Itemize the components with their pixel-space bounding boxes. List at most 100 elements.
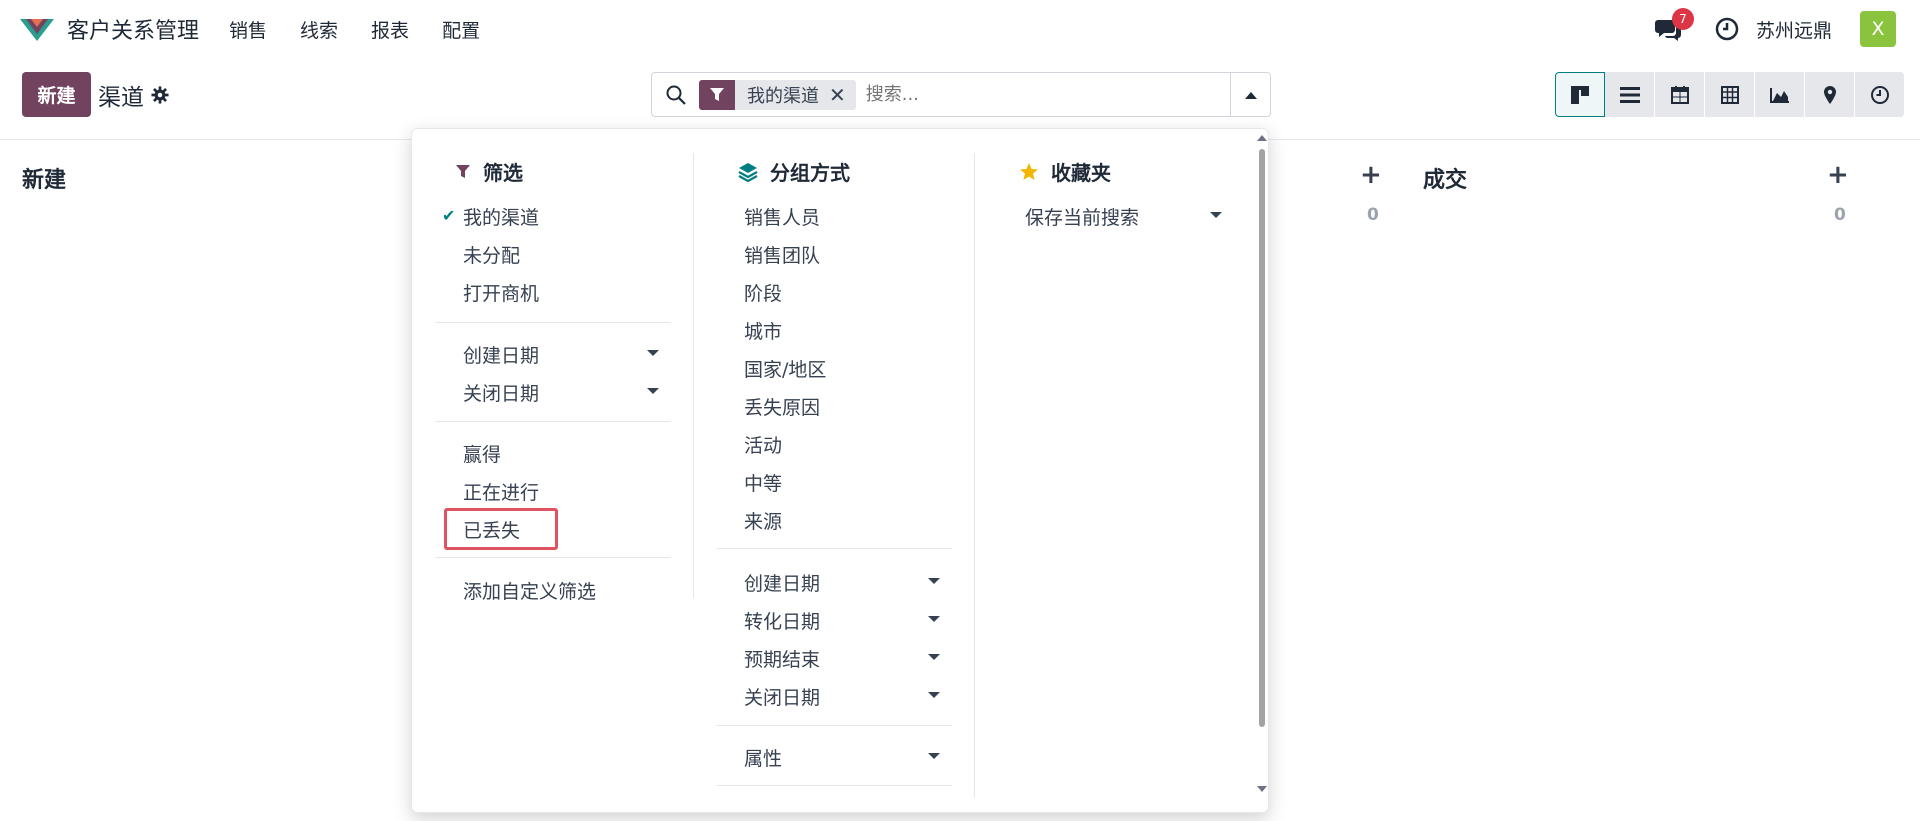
filter-won[interactable]: 赢得 [463,440,501,467]
main-menu: 销售 线索 报表 配置 [229,16,513,43]
area-chart-icon [1769,87,1789,103]
groupby-country[interactable]: 国家/地区 [744,355,826,382]
menu-config[interactable]: 配置 [442,16,480,43]
caret-down-icon [928,654,940,660]
separator [435,557,671,558]
groupby-lost-reason[interactable]: 丢失原因 [744,393,820,420]
search-panel-toggle[interactable] [1230,73,1270,116]
filter-closed-date[interactable]: 关闭日期 [463,379,539,406]
caret-down-icon [928,692,940,698]
search-panel-dropdown: 筛选 ✔ 我的渠道 未分配 打开商机 创建日期 关闭日期 赢得 正在进行 已丢失… [411,128,1269,813]
groupby-salesperson[interactable]: 销售人员 [744,203,820,230]
menu-reports[interactable]: 报表 [371,16,409,43]
separator [435,421,671,422]
separator [716,548,952,549]
checkmark-icon: ✔ [442,206,456,225]
navbar-right: 7 苏州远鼎 X [1654,0,1896,58]
groupby-properties[interactable]: 属性 [744,744,782,771]
scroll-up-arrow[interactable] [1257,135,1267,141]
search-bar: 我的渠道 ✕ [651,72,1271,117]
groupby-medium[interactable]: 中等 [744,469,782,496]
filter-open-opportunities[interactable]: 打开商机 [463,279,539,306]
groupby-closed-date[interactable]: 关闭日期 [744,683,820,710]
column-separator [693,153,694,598]
activity-clock-icon[interactable] [1714,16,1740,42]
filter-ongoing[interactable]: 正在进行 [463,478,539,505]
facet-remove-button[interactable]: ✕ [829,79,856,110]
kanban-icon [1571,85,1589,104]
scroll-down-arrow[interactable] [1257,786,1267,792]
user-avatar[interactable]: X [1860,11,1896,47]
top-navbar: 客户关系管理 销售 线索 报表 配置 7 苏州远鼎 X [0,0,1920,58]
groupby-expected-closing[interactable]: 预期结束 [744,645,820,672]
app-logo-icon [20,19,54,41]
filter-creation-date[interactable]: 创建日期 [463,341,539,368]
table-icon [1720,85,1739,104]
kanban-column-count: 0 [1367,205,1379,225]
separator [435,322,671,323]
view-activity[interactable] [1855,72,1905,117]
kanban-column-title: 成交 [1423,168,1468,193]
filter-unassigned[interactable]: 未分配 [463,241,520,268]
filter-icon [699,79,735,110]
groupby-conversion-date[interactable]: 转化日期 [744,607,820,634]
page-title: 渠道 [98,85,144,111]
groupby-creation-date[interactable]: 创建日期 [744,569,820,596]
caret-down-icon [647,388,659,394]
new-button[interactable]: 新建 [22,72,91,117]
view-kanban[interactable] [1555,72,1605,117]
map-pin-icon [1823,85,1836,104]
search-input[interactable] [865,84,1166,105]
add-custom-filter[interactable]: 添加自定义筛选 [463,577,596,604]
facet-label: 我的渠道 [735,79,829,110]
groupby-stage[interactable]: 阶段 [744,279,782,306]
menu-leads[interactable]: 线索 [300,16,338,43]
view-list[interactable] [1605,72,1655,117]
search-icon[interactable] [665,84,687,106]
view-graph[interactable] [1755,72,1805,117]
groupby-source[interactable]: 来源 [744,507,782,534]
layers-icon [738,162,758,182]
filters-heading: 筛选 [455,157,523,186]
brand[interactable]: 客户关系管理 [18,13,199,45]
quick-create-button[interactable]: + [1360,160,1382,190]
view-pivot[interactable] [1705,72,1755,117]
star-icon [1020,162,1038,180]
view-switcher [1555,72,1905,117]
groupby-campaign[interactable]: 活动 [744,431,782,458]
filter-my-pipeline[interactable]: 我的渠道 [463,203,539,230]
groupby-sales-team[interactable]: 销售团队 [744,241,820,268]
company-switcher[interactable]: 苏州远鼎 [1756,16,1832,43]
caret-down-icon [647,350,659,356]
highlight-box [444,508,558,550]
clock-icon [1870,85,1889,104]
menu-sales[interactable]: 销售 [229,16,267,43]
messages-button[interactable]: 7 [1654,8,1694,44]
group-by-heading: 分组方式 [738,157,850,186]
caret-up-icon [1244,91,1257,99]
message-count-badge: 7 [1671,8,1694,30]
favorites-heading: 收藏夹 [1019,157,1111,186]
quick-create-button[interactable]: + [1827,160,1849,190]
gear-icon[interactable] [151,86,169,104]
view-calendar[interactable] [1655,72,1705,117]
caret-down-icon [928,753,940,759]
search-facet: 我的渠道 ✕ [699,79,856,110]
app-title: 客户关系管理 [67,19,200,44]
dropdown-scrollbar[interactable] [1259,149,1265,727]
view-map[interactable] [1805,72,1855,117]
column-separator [974,153,975,798]
caret-down-icon [1210,212,1222,218]
save-current-search[interactable]: 保存当前搜索 [1025,203,1139,230]
calendar-icon [1670,85,1689,104]
separator [716,785,952,786]
filter-icon [456,164,470,178]
separator [716,725,952,726]
list-icon [1619,86,1640,103]
caret-down-icon [928,616,940,622]
kanban-column-count: 0 [1834,205,1846,225]
kanban-column-title: 新建 [22,168,67,193]
caret-down-icon [928,578,940,584]
groupby-city[interactable]: 城市 [744,317,782,344]
breadcrumb: 渠道 [98,78,169,112]
